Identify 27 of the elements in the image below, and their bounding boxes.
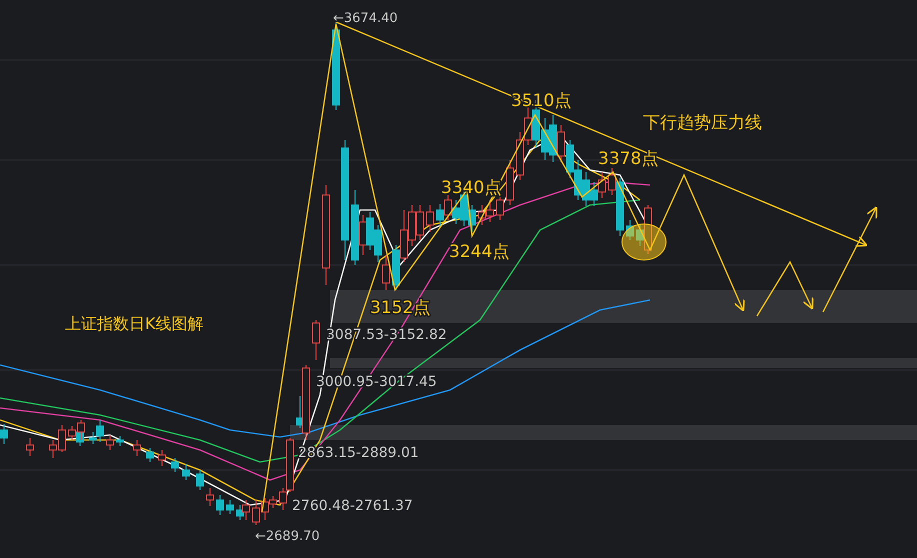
candlestick: [626, 220, 634, 240]
price-point-label: 3152点: [370, 298, 430, 318]
highlight-circle: [622, 224, 666, 260]
candlestick: [0, 424, 8, 444]
price-point-label: 3378点: [598, 149, 658, 169]
candlestick: [106, 434, 114, 450]
price-range-label: 2760.48-2761.37: [292, 498, 413, 514]
candlestick: [133, 440, 141, 456]
extreme-price-label: ←2689.70: [255, 529, 320, 544]
candlestick: [496, 194, 504, 220]
candlestick: [506, 160, 514, 206]
candlestick: [206, 488, 214, 506]
candlestick: [182, 464, 190, 480]
candlestick: [26, 438, 34, 456]
candlestick: [146, 448, 154, 462]
price-point-label: 3244点: [449, 242, 510, 262]
trend-line-label: 下行趋势压力线: [643, 113, 762, 133]
candlestick: [312, 320, 320, 360]
candlestick: [116, 436, 124, 446]
candlestick: [196, 470, 204, 490]
candlestick: [226, 500, 234, 514]
candlestick: [426, 204, 434, 232]
chart-title: 上证指数日K线图解: [65, 314, 204, 333]
candlestick: [158, 450, 166, 466]
candlestick: [171, 458, 179, 472]
candlestick: [216, 494, 224, 516]
extreme-price-label: ←3674.40: [333, 11, 398, 26]
